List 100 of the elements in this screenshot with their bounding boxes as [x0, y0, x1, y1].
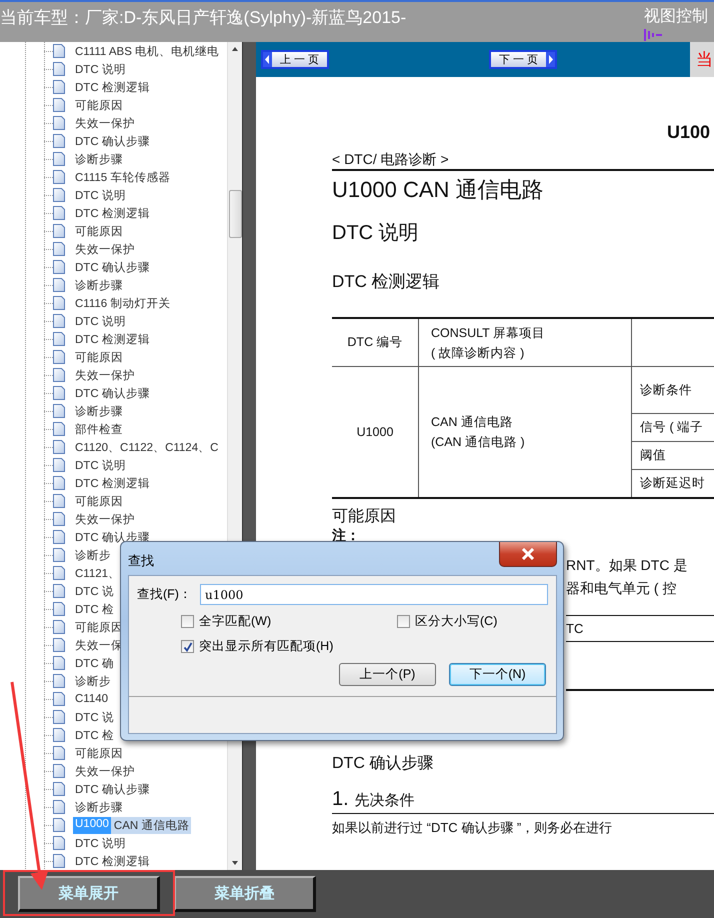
tree-item[interactable]: DTC 说明: [73, 456, 128, 474]
page-icon: [53, 332, 65, 346]
checkbox[interactable]: [397, 615, 410, 628]
page-icon: [53, 62, 65, 76]
checkbox[interactable]: [181, 640, 194, 653]
page-icon: [53, 188, 65, 202]
table-cell: 诊断条件: [632, 367, 714, 414]
page-icon: [53, 422, 65, 436]
tree-item[interactable]: DTC 确认步骤: [73, 384, 152, 402]
tree-item[interactable]: DTC 检: [73, 600, 116, 618]
tree-item[interactable]: DTC 确认步骤: [73, 780, 152, 798]
tree-item[interactable]: C1111 ABS 电机、电机继电: [73, 42, 222, 60]
page-icon: [53, 350, 65, 364]
page-icon: [53, 728, 65, 742]
tree-item[interactable]: DTC 确认步骤: [73, 132, 152, 150]
tree-item[interactable]: DTC 检测逻辑: [73, 852, 152, 870]
tree-item[interactable]: 可能原因: [73, 222, 125, 240]
page-icon: [53, 440, 65, 454]
find-next-button[interactable]: 下一个(N): [449, 663, 546, 686]
tree-item[interactable]: 失效一保护: [73, 762, 137, 780]
tree-item[interactable]: 可能原因: [73, 348, 125, 366]
tree-item[interactable]: 失效一保护: [73, 510, 137, 528]
find-input[interactable]: u1000: [200, 584, 548, 605]
note-text: 器和电气单元 ( 控: [566, 579, 678, 597]
tree-item[interactable]: DTC 检测逻辑: [73, 78, 152, 96]
section-heading: DTC 确认步骤: [332, 754, 434, 774]
tree-item[interactable]: DTC 检: [73, 726, 116, 744]
previous-page-button[interactable]: 上 一 页: [261, 50, 329, 69]
tree-item[interactable]: 可能原因: [73, 96, 125, 114]
page-icon: [53, 44, 65, 58]
tree-item[interactable]: 失效一保护: [73, 366, 137, 384]
right-arrow-icon: [546, 52, 555, 67]
tree-item[interactable]: 诊断步骤: [73, 150, 125, 168]
page-icon: [53, 746, 65, 760]
next-page-button[interactable]: 下 一 页: [489, 50, 557, 69]
tree-item[interactable]: DTC 说: [73, 582, 116, 600]
tree-item[interactable]: 诊断步: [73, 546, 113, 564]
page-icon: [53, 242, 65, 256]
tree-item[interactable]: DTC 确认步骤: [73, 258, 152, 276]
page-icon: [53, 296, 65, 310]
tree-item[interactable]: DTC 说: [73, 708, 116, 726]
section-tag: < DTC/ 电路诊断 >: [332, 150, 714, 171]
tree-item[interactable]: DTC 检测逻辑: [73, 204, 152, 222]
find-label: 查找(F)：: [137, 586, 192, 603]
tree-item[interactable]: 诊断步: [73, 672, 113, 690]
close-button[interactable]: [499, 542, 557, 567]
page-icon: [53, 638, 65, 652]
checkbox[interactable]: [181, 615, 194, 628]
page-icon: [53, 692, 65, 706]
tree-item[interactable]: DTC 说明: [73, 186, 128, 204]
tree-item[interactable]: 可能原因: [73, 744, 125, 762]
section-heading: DTC 说明: [332, 221, 420, 246]
tree-item[interactable]: 部件检查: [73, 420, 125, 438]
page-icon: [53, 458, 65, 472]
page-indicator: 当: [690, 42, 714, 77]
page-icon: [53, 170, 65, 184]
dialog-title: 查找: [128, 552, 154, 570]
table-cell: 信号 ( 端子: [632, 414, 714, 442]
page-icon: [53, 116, 65, 130]
tree-item[interactable]: DTC 检测逻辑: [73, 474, 152, 492]
page-icon: [53, 260, 65, 274]
table-cell: 阈值: [632, 442, 714, 470]
document-title: U1000 CAN 通信电路: [332, 176, 545, 204]
tree-item[interactable]: DTC 检测逻辑: [73, 330, 152, 348]
page-icon: [53, 710, 65, 724]
tree-item[interactable]: C1116 制动灯开关: [73, 294, 172, 312]
table-cell-text: 诊断延迟时: [639, 475, 706, 492]
page-icon: [53, 674, 65, 688]
find-previous-button[interactable]: 上一个(P): [339, 663, 436, 686]
option-label[interactable]: 区分大小写(C): [415, 613, 498, 630]
column-header: CONSULT 屏幕项目 ( 故障诊断内容 ): [418, 318, 632, 366]
page-icon: [53, 854, 65, 868]
page-icon: [53, 494, 65, 508]
page-icon: [53, 98, 65, 112]
scroll-thumb[interactable]: [229, 190, 242, 238]
tree-item[interactable]: DTC 说明: [73, 312, 128, 330]
tree-item[interactable]: 诊断步骤: [73, 276, 125, 294]
page-icon: [53, 386, 65, 400]
page-icon: [53, 584, 65, 598]
tree-item[interactable]: C1140: [73, 692, 110, 706]
tree-item[interactable]: C1121、: [73, 564, 122, 582]
tree-item[interactable]: C1120、C1122、C1124、C: [73, 438, 220, 456]
tree-item[interactable]: 诊断步骤: [73, 798, 125, 816]
page-icon: [53, 206, 65, 220]
page-icon: [53, 278, 65, 292]
tree-item[interactable]: 诊断步骤: [73, 402, 125, 420]
page-icon: [53, 566, 65, 580]
tree-item[interactable]: U1000 CAN 通信电路: [73, 816, 192, 834]
tree-item[interactable]: DTC 确: [73, 654, 116, 672]
tree-item[interactable]: 失效一保护: [73, 114, 137, 132]
tree-item[interactable]: DTC 说明: [73, 60, 128, 78]
option-label[interactable]: 突出显示所有匹配项(H): [199, 638, 334, 655]
step-title: 先决条件: [354, 791, 415, 811]
tree-item[interactable]: C1115 车轮传感器: [73, 168, 172, 186]
tree-item[interactable]: 失效一保护: [73, 240, 137, 258]
tree-item[interactable]: 可能原因: [73, 492, 125, 510]
tree-item[interactable]: DTC 说明: [73, 834, 128, 852]
page-icon: [53, 602, 65, 616]
option-label[interactable]: 全字匹配(W): [199, 613, 272, 630]
step-number: 1.: [332, 787, 349, 811]
